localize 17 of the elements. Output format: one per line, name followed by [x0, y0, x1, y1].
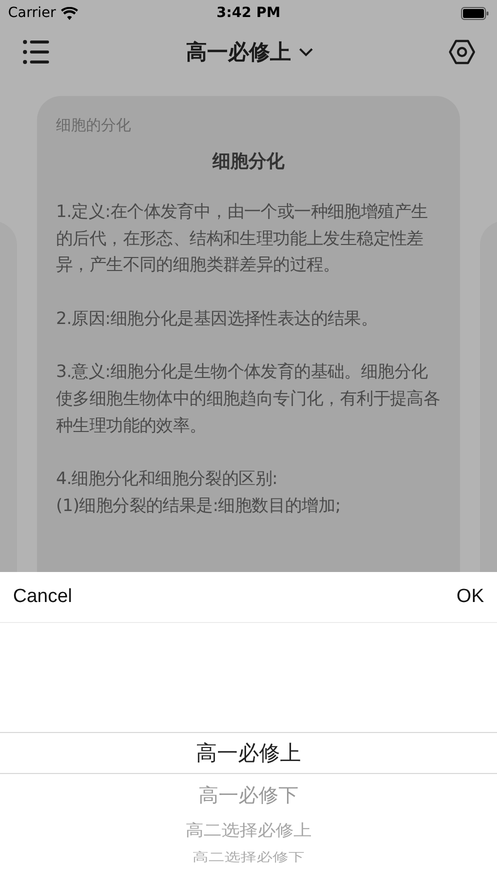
status-time: 3:42 PM [216, 5, 280, 21]
battery-icon [460, 6, 489, 20]
section-label: 细胞的分化 [56, 116, 132, 135]
menu-icon[interactable] [22, 39, 50, 65]
note-title: 细胞分化 [211, 150, 286, 173]
wifi-icon [60, 6, 78, 20]
grade-selector[interactable]: 高一必修上 [186, 38, 313, 66]
chevron-down-icon [299, 48, 313, 56]
note-paragraph: 1.定义:在个体发育中，由一个或一种细胞增殖产生的后代，在形态、结构和生理功能上发生稳定性差异，产生不同的细胞类群差异的过程。 [56, 201, 429, 278]
note-paragraph: 2.原因:细胞分化是基因选择性表达的结果。 [56, 308, 379, 331]
cancel-button[interactable]: Cancel [0, 578, 86, 616]
settings-icon[interactable] [449, 39, 475, 65]
note-paragraph: 3.意义:细胞分化是生物个体发育的基础。细胞分化使多细胞生物体中的细胞趋向专门化，有利于提高各种生理功能的效率。 [56, 361, 441, 438]
picker-option[interactable]: 高一必修上 [0, 732, 497, 774]
ok-button[interactable]: OK [444, 578, 497, 616]
carrier-label: Carrier [8, 5, 56, 21]
note-paragraph: 4.细胞分化和细胞分裂的区别: (1)细胞分裂的结果是:细胞数目的增加; [56, 468, 342, 518]
